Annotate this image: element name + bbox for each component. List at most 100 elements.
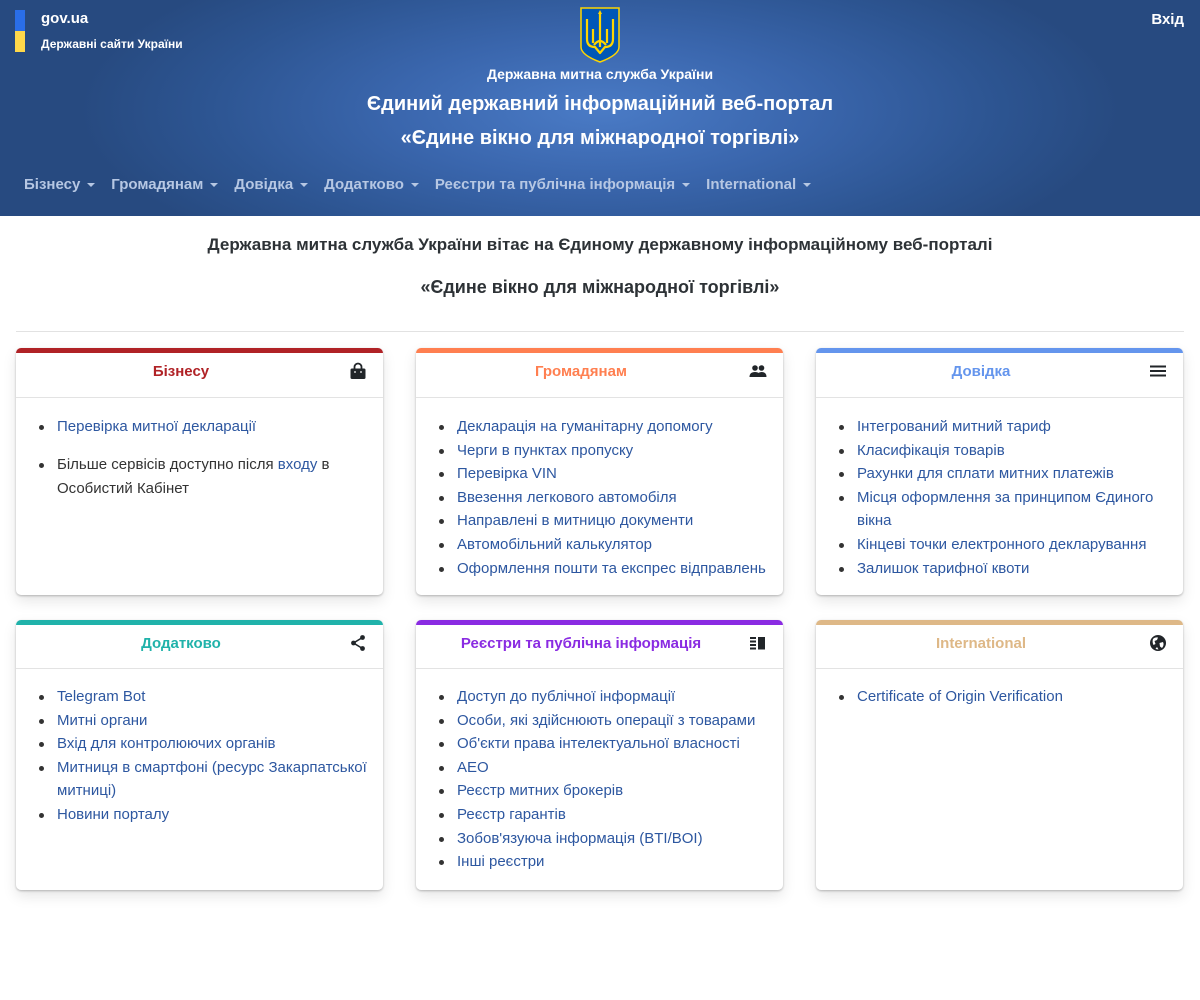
note-text: Більше сервісів доступно після [57,455,278,473]
card-link[interactable]: Новини порталу [57,806,169,823]
card-international: International Certificate of Origin Veri… [816,620,1183,890]
users-icon [749,365,767,377]
gov-ua-subtitle: Державні сайти України [41,37,183,51]
caret-down-icon [87,183,96,187]
list-item: Ввезення легкового автомобіля [438,486,775,510]
card-link[interactable]: Черги в пунктах пропуску [457,442,633,459]
list-item: Об'єкти права інтелектуальної власності [438,732,775,756]
ukraine-flag-icon [15,10,25,52]
card-additional: Додатково Telegram Bot Митні органи Вхід… [16,620,383,890]
card-link[interactable]: Реєстр митних брокерів [457,782,623,799]
gov-ua-link[interactable]: gov.ua [41,10,183,28]
list-item: Перевірка митної декларації [38,415,375,439]
share-icon [351,635,365,651]
nav-label: Громадянам [111,176,204,193]
list-item: Реєстр гарантів [438,803,775,827]
list-item: Рахунки для сплати митних платежів [838,462,1175,486]
list-item: Інтегрований митний тариф [838,415,1175,439]
list-item: Доступ до публічної інформації [438,685,775,709]
card-link-list: Перевірка митної декларації Більше серві… [16,398,383,501]
list-item: Класифікація товарів [838,439,1175,463]
nav-item-reference[interactable]: Довідка [226,176,316,193]
card-link[interactable]: Місця оформлення за принципом Єдиного ві… [857,489,1153,530]
card-link[interactable]: AEO [457,759,489,776]
card-link[interactable]: Направлені в митницю документи [457,512,693,529]
site-header: gov.ua Державні сайти України Вхід Держа… [0,0,1200,216]
list-item: Місця оформлення за принципом Єдиного ві… [838,486,1175,533]
card-link-list: Доступ до публічної інформації Особи, як… [416,669,783,874]
card-link[interactable]: Рахунки для сплати митних платежів [857,465,1114,482]
card-registries: Реєстри та публічна інформація Доступ до… [416,620,783,890]
card-link[interactable]: Залишок тарифної квоти [857,560,1029,577]
card-link[interactable]: Автомобільний калькулятор [457,536,652,553]
list-item: Митні органи [38,709,375,733]
card-link-list: Декларація на гуманітарну допомогу Черги… [416,398,783,580]
welcome-subheading: «Єдине вікно для міжнародної торгівлі» [420,277,780,297]
list-item: Залишок тарифної квоти [838,557,1175,581]
nav-label: Додатково [324,176,404,193]
card-link[interactable]: Реєстр гарантів [457,806,566,823]
card-link[interactable]: Telegram Bot [57,688,145,705]
nav-item-registries[interactable]: Реєстри та публічна інформація [427,176,698,193]
card-reference: Довідка Інтегрований митний тариф Класиф… [816,348,1183,595]
list-item: Реєстр митних брокерів [438,779,775,803]
card-business: Бізнесу Перевірка митної декларації Біль… [16,348,383,595]
list-item-login-note: Більше сервісів доступно після входу в О… [38,453,375,501]
card-link[interactable]: Оформлення пошти та експрес відправлень [457,560,766,577]
card-title: Бізнесу [152,363,210,380]
list-item: Зобов'язуюча інформація (BTI/BOI) [438,827,775,851]
card-link[interactable]: Перевірка VIN [457,465,557,482]
caret-down-icon [300,183,309,187]
card-link[interactable]: Перевірка митної декларації [57,418,256,435]
gov-ua-block[interactable]: gov.ua Державні сайти України [15,10,183,52]
main-nav: Бізнесу Громадянам Довідка Додатково Реє… [16,176,819,193]
login-link[interactable]: входу [278,456,318,473]
portal-title-line2: «Єдине вікно для міжнародної торгівлі» [400,127,800,149]
card-link[interactable]: Об'єкти права інтелектуальної власності [457,735,740,752]
card-link-list: Інтегрований митний тариф Класифікація т… [816,398,1183,580]
nav-label: Реєстри та публічна інформація [434,176,676,193]
nav-label: Бізнесу [24,176,81,193]
divider [16,331,1184,332]
nav-item-additional[interactable]: Додатково [316,176,427,193]
card-link[interactable]: Ввезення легкового автомобіля [457,489,677,506]
card-link[interactable]: Вхід для контролюючих органів [57,735,276,752]
trident-emblem-icon [580,7,620,63]
list-item: Інші реєстри [438,850,775,874]
nav-item-business[interactable]: Бізнесу [16,176,103,193]
list-item: Certificate of Origin Verification [838,685,1175,709]
list-columns-icon [750,637,765,650]
list-item: Новини порталу [38,803,375,827]
card-citizens: Громадянам Декларація на гуманітарну доп… [416,348,783,595]
card-link-list: Telegram Bot Митні органи Вхід для контр… [16,669,383,827]
card-link[interactable]: Особи, які здійснюють операції з товарам… [457,712,755,729]
portal-title-line1: Єдиний державний інформаційний веб-порта… [366,93,834,115]
globe-icon [1150,635,1166,651]
list-item: Особи, які здійснюють операції з товарам… [438,709,775,733]
agency-name: Державна митна служба України [486,66,714,82]
card-title: Додатково [141,635,221,652]
card-link[interactable]: Зобов'язуюча інформація (BTI/BOI) [457,830,703,847]
card-link[interactable]: Декларація на гуманітарну допомогу [457,418,713,435]
login-button[interactable]: Вхід [1151,11,1184,28]
nav-item-international[interactable]: International [698,176,819,193]
card-link[interactable]: Інтегрований митний тариф [857,418,1051,435]
caret-down-icon [803,183,812,187]
card-link[interactable]: Митні органи [57,712,147,729]
list-item: AEO [438,756,775,780]
list-item: Telegram Bot [38,685,375,709]
list-item: Автомобільний калькулятор [438,533,775,557]
card-link[interactable]: Certificate of Origin Verification [857,688,1063,705]
card-link[interactable]: Кінцеві точки електронного декларування [857,536,1146,553]
card-link[interactable]: Митниця в смартфоні (ресурс Закарпатсько… [57,759,367,800]
nav-label: International [706,176,797,193]
list-item: Кінцеві точки електронного декларування [838,533,1175,557]
welcome-heading: Державна митна служба України вітає на Є… [207,235,993,254]
caret-down-icon [682,183,691,187]
card-link[interactable]: Інші реєстри [457,853,544,870]
card-link[interactable]: Доступ до публічної інформації [457,688,675,705]
caret-down-icon [410,183,419,187]
card-link[interactable]: Класифікація товарів [857,442,1005,459]
list-item: Декларація на гуманітарну допомогу [438,415,775,439]
nav-item-citizens[interactable]: Громадянам [103,176,226,193]
